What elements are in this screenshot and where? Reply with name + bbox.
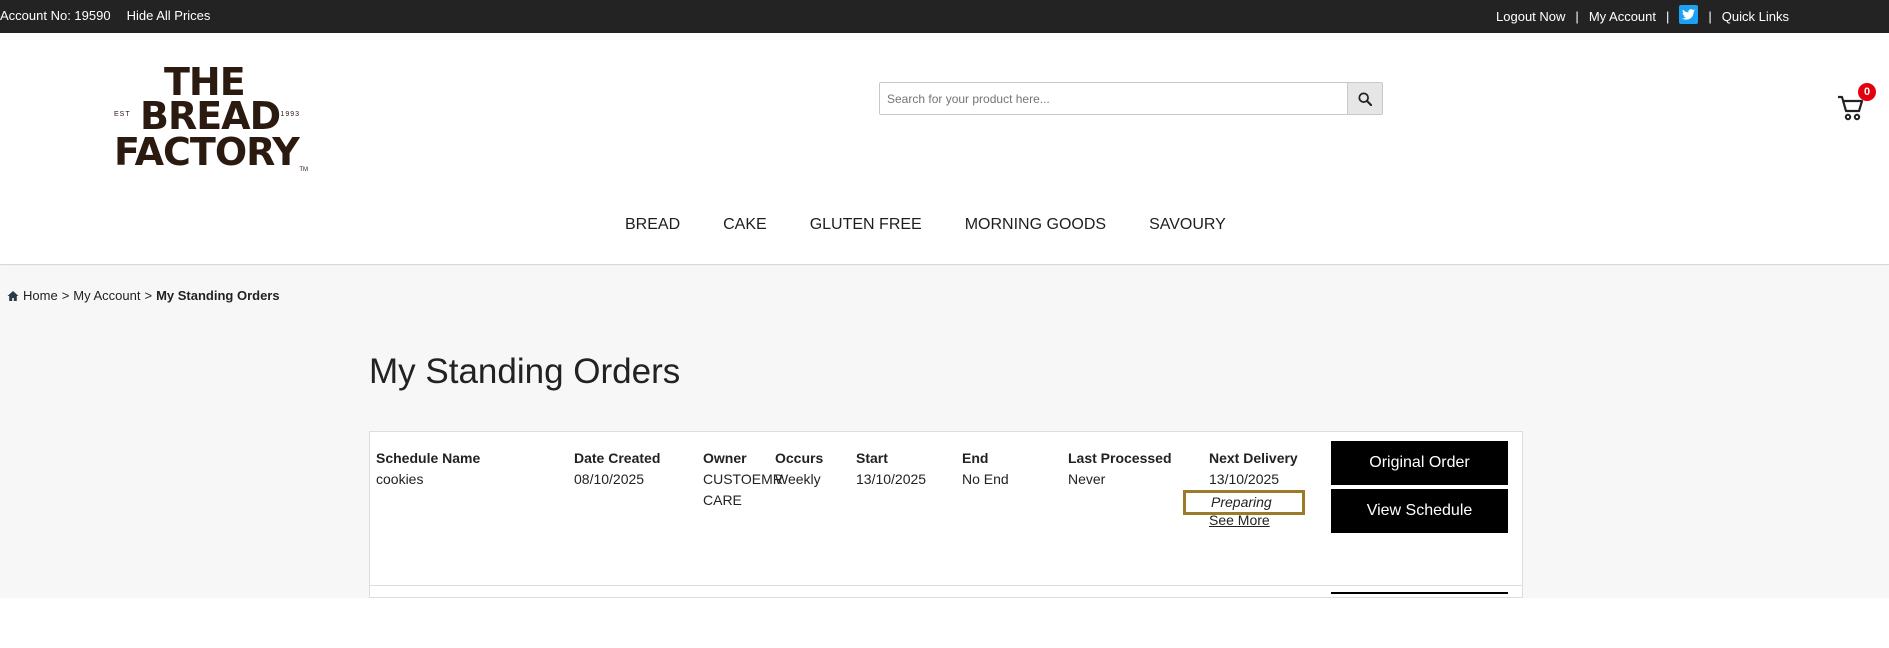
cell-start: 13/10/2025	[856, 471, 927, 487]
standing-orders-table: Schedule Name Date Created Owner Occurs …	[369, 431, 1523, 598]
cell-last-processed: Never	[1068, 471, 1106, 487]
my-account-link[interactable]: My Account	[1589, 9, 1656, 24]
separator: |	[1666, 8, 1670, 24]
header-date-created: Date Created	[574, 450, 661, 466]
see-more-link[interactable]: See More	[1209, 512, 1270, 528]
cell-end: No End	[962, 471, 1009, 487]
site-header: THE EST BREAD 1993 FACTORY TM 0 BREAD CA…	[0, 33, 1889, 265]
header-owner: Owner	[703, 450, 747, 466]
header-last-processed: Last Processed	[1068, 450, 1172, 466]
logo-trademark: TM	[299, 167, 308, 173]
next-row-button-edge	[1331, 592, 1508, 594]
breadcrumb-home[interactable]: Home	[23, 288, 58, 303]
header-next-delivery: Next Delivery	[1209, 450, 1298, 466]
twitter-icon[interactable]	[1679, 5, 1699, 24]
cart-button[interactable]: 0	[1836, 83, 1876, 123]
top-bar: Account No: 19590 Hide All Prices Logout…	[0, 0, 1889, 33]
separator: |	[1575, 8, 1579, 24]
cell-occurs: Weekly	[775, 471, 821, 487]
main-nav: BREAD CAKE GLUTEN FREE MORNING GOODS SAV…	[625, 216, 1269, 234]
cart-count-badge: 0	[1858, 83, 1876, 101]
quick-links-menu[interactable]: Quick Links	[1722, 9, 1789, 24]
nav-cake[interactable]: CAKE	[723, 216, 767, 234]
search-input[interactable]	[880, 83, 1347, 114]
main-content: Home > My Account > My Standing Orders M…	[0, 266, 1889, 598]
hide-prices-link[interactable]: Hide All Prices	[127, 8, 211, 23]
header-occurs: Occurs	[775, 450, 824, 466]
breadcrumb: Home > My Account > My Standing Orders	[7, 288, 280, 303]
header-schedule-name: Schedule Name	[376, 450, 481, 466]
account-number: Account No: 19590	[0, 8, 111, 23]
cell-owner-line-1: CUSTOEMR	[703, 471, 783, 487]
nav-morning-goods[interactable]: MORNING GOODS	[965, 216, 1106, 234]
logo-line-3: FACTORY	[114, 130, 300, 174]
cell-owner-line-2: CARE	[703, 492, 742, 508]
cell-date-created: 08/10/2025	[574, 471, 645, 487]
breadcrumb-my-account[interactable]: My Account	[73, 288, 140, 303]
nav-bread[interactable]: BREAD	[625, 216, 680, 234]
search-icon	[1358, 91, 1372, 106]
breadcrumb-current: My Standing Orders	[156, 288, 280, 303]
breadcrumb-separator: >	[61, 288, 70, 303]
home-icon[interactable]	[7, 290, 19, 302]
breadcrumb-separator: >	[144, 288, 153, 303]
logo-est: EST	[114, 111, 131, 118]
header-end: End	[962, 450, 989, 466]
nav-gluten-free[interactable]: GLUTEN FREE	[810, 216, 922, 234]
nav-savoury[interactable]: SAVOURY	[1149, 216, 1226, 234]
original-order-button[interactable]: Original Order	[1331, 441, 1508, 485]
view-schedule-button[interactable]: View Schedule	[1331, 489, 1508, 533]
page-title: My Standing Orders	[369, 352, 681, 391]
cell-next-delivery: 13/10/2025	[1209, 471, 1280, 487]
brand-logo[interactable]: THE EST BREAD 1993 FACTORY TM	[112, 63, 308, 173]
header-start: Start	[856, 450, 888, 466]
search-bar	[879, 82, 1383, 115]
logo-year: 1993	[280, 111, 300, 118]
separator: |	[1708, 8, 1712, 24]
cell-schedule-name: cookies	[376, 471, 424, 487]
logout-link[interactable]: Logout Now	[1496, 9, 1565, 24]
search-button[interactable]	[1347, 83, 1382, 114]
row-divider	[370, 585, 1522, 586]
